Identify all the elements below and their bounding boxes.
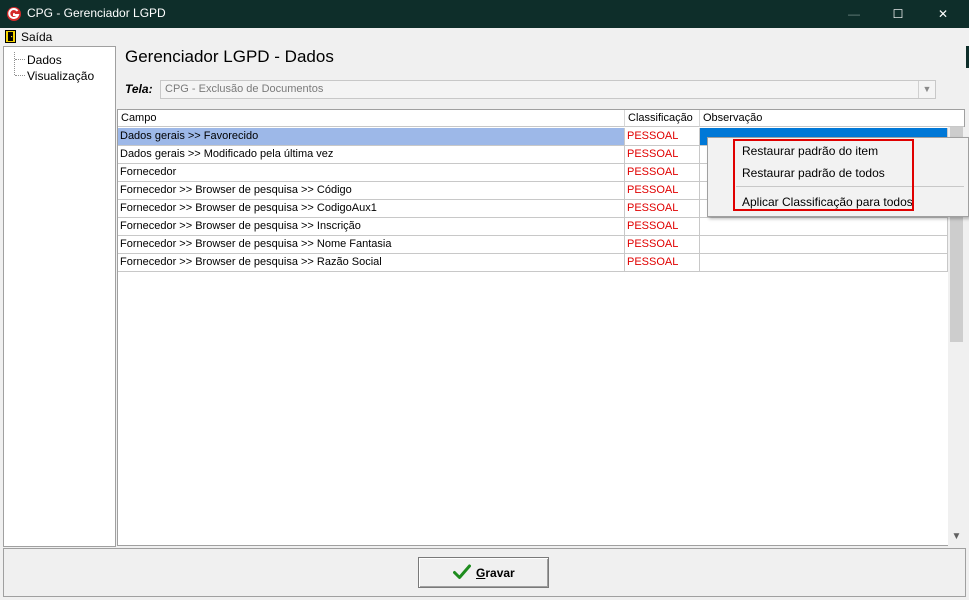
table-row[interactable]: Fornecedor >> Browser de pesquisa >> Raz… xyxy=(118,254,948,272)
chevron-down-icon[interactable]: ▼ xyxy=(948,530,965,544)
table-row[interactable]: Fornecedor >> Browser de pesquisa >> Ins… xyxy=(118,218,948,236)
tree-item-visualizacao[interactable]: Visualização xyxy=(27,69,94,83)
page-title: Gerenciador LGPD - Dados xyxy=(125,47,334,66)
cell-campo: Fornecedor >> Browser de pesquisa >> Cód… xyxy=(118,182,625,200)
app-logo-icon xyxy=(7,7,21,21)
save-button[interactable]: Gravar xyxy=(418,557,549,588)
cell-classificacao[interactable]: PESSOAL xyxy=(625,182,700,200)
column-header-observacao[interactable]: Observação xyxy=(700,110,964,127)
cell-classificacao[interactable]: PESSOAL xyxy=(625,128,700,146)
tela-select-value: CPG - Exclusão de Documentos xyxy=(165,83,324,95)
column-header-classificacao[interactable]: Classificação xyxy=(625,110,700,127)
cell-campo: Dados gerais >> Modificado pela última v… xyxy=(118,146,625,164)
menu-bar: Saída xyxy=(0,28,969,46)
cell-campo: Fornecedor >> Browser de pesquisa >> Ins… xyxy=(118,218,625,236)
window-title: CPG - Gerenciador LGPD xyxy=(27,6,166,20)
table-row[interactable]: Fornecedor >> Browser de pesquisa >> Nom… xyxy=(118,236,948,254)
navigation-tree: Dados Visualização xyxy=(3,46,116,547)
cell-campo: Fornecedor >> Browser de pesquisa >> Cod… xyxy=(118,200,625,218)
tree-connector xyxy=(15,75,25,76)
door-exit-icon xyxy=(5,30,16,43)
tree-item-dados[interactable]: Dados xyxy=(27,53,62,67)
tree-connector xyxy=(14,52,15,75)
cell-observacao[interactable] xyxy=(700,236,948,254)
menu-exit-label: Saída xyxy=(21,30,53,44)
tela-select[interactable]: CPG - Exclusão de Documentos ▼ xyxy=(160,80,936,99)
cell-classificacao[interactable]: PESSOAL xyxy=(625,236,700,254)
minimize-button[interactable]: — xyxy=(831,0,877,28)
cell-campo: Fornecedor >> Browser de pesquisa >> Raz… xyxy=(118,254,625,272)
maximize-button[interactable]: ☐ xyxy=(875,0,921,28)
cell-campo: Fornecedor xyxy=(118,164,625,182)
cell-campo: Dados gerais >> Favorecido xyxy=(118,128,625,146)
cell-classificacao[interactable]: PESSOAL xyxy=(625,254,700,272)
column-header-campo[interactable]: Campo xyxy=(118,110,625,127)
cell-classificacao[interactable]: PESSOAL xyxy=(625,146,700,164)
cell-classificacao[interactable]: PESSOAL xyxy=(625,218,700,236)
cell-classificacao[interactable]: PESSOAL xyxy=(625,164,700,182)
checkmark-icon xyxy=(453,564,471,579)
cell-observacao[interactable] xyxy=(700,218,948,236)
close-button[interactable]: ✕ xyxy=(920,0,966,28)
title-bar: CPG - Gerenciador LGPD — ☐ ✕ xyxy=(0,0,969,28)
tela-label: Tela: xyxy=(125,82,153,96)
tree-connector xyxy=(15,59,25,60)
cell-observacao[interactable] xyxy=(700,254,948,272)
cell-campo: Fornecedor >> Browser de pesquisa >> Nom… xyxy=(118,236,625,254)
save-button-label: Gravar xyxy=(476,566,515,580)
chevron-down-icon[interactable]: ▼ xyxy=(918,81,935,98)
highlight-annotation xyxy=(733,139,914,211)
cell-classificacao[interactable]: PESSOAL xyxy=(625,200,700,218)
